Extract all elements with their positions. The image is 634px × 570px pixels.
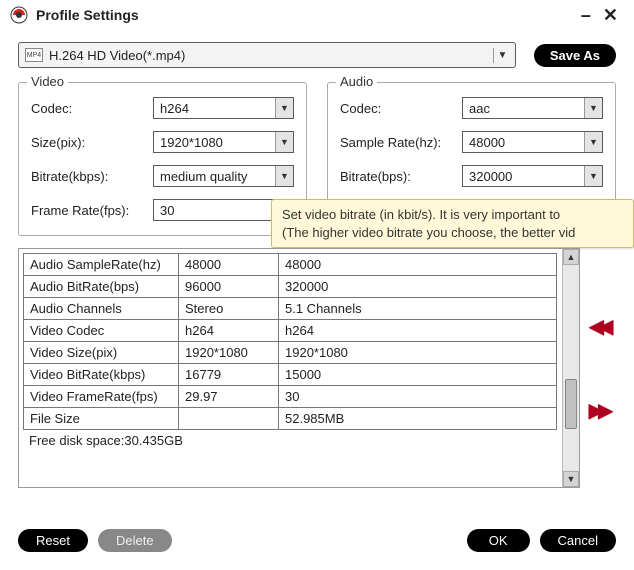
audio-codec-select[interactable]: aac ▼	[462, 97, 603, 119]
cancel-button[interactable]: Cancel	[540, 529, 616, 552]
comparison-table: Audio SampleRate(hz)4800048000Audio BitR…	[23, 253, 557, 430]
table-row: Video Size(pix)1920*10801920*1080	[24, 342, 557, 364]
audio-bitrate-value: 320000	[463, 169, 584, 184]
minimize-button[interactable]: –	[575, 6, 597, 24]
video-size-value: 1920*1080	[154, 135, 275, 150]
nav-next-button[interactable]: ▶▶	[589, 398, 608, 423]
chevron-down-icon: ▼	[584, 166, 602, 186]
table-row: File Size 52.985MB	[24, 408, 557, 430]
bitrate-tooltip: Set video bitrate (in kbit/s). It is ver…	[271, 199, 634, 248]
video-group-title: Video	[27, 74, 68, 89]
video-bitrate-value: medium quality	[154, 169, 275, 184]
table-cell: 5.1 Channels	[279, 298, 557, 320]
audio-samplerate-select[interactable]: 48000 ▼	[462, 131, 603, 153]
table-cell: Stereo	[179, 298, 279, 320]
scroll-down-icon[interactable]: ▼	[563, 471, 579, 487]
chevron-down-icon: ▼	[275, 132, 293, 152]
table-cell: 15000	[279, 364, 557, 386]
table-cell: Audio Channels	[24, 298, 179, 320]
tooltip-line1: Set video bitrate (in kbit/s). It is ver…	[282, 207, 560, 222]
chevron-down-icon: ▼	[584, 132, 602, 152]
comparison-table-container: Audio SampleRate(hz)4800048000Audio BitR…	[18, 248, 580, 488]
chevron-down-icon: ▼	[275, 166, 293, 186]
ok-button[interactable]: OK	[467, 529, 530, 552]
table-row: Video Codech264h264	[24, 320, 557, 342]
table-row: Audio BitRate(bps)96000320000	[24, 276, 557, 298]
vertical-scrollbar[interactable]: ▲ ▼	[562, 249, 579, 487]
video-framerate-label: Frame Rate(fps):	[31, 203, 153, 218]
table-cell: 48000	[179, 254, 279, 276]
table-cell: 30	[279, 386, 557, 408]
reset-button[interactable]: Reset	[18, 529, 88, 552]
video-bitrate-label: Bitrate(kbps):	[31, 169, 153, 184]
table-cell: File Size	[24, 408, 179, 430]
video-codec-select[interactable]: h264 ▼	[153, 97, 294, 119]
table-cell: 29.97	[179, 386, 279, 408]
profile-select[interactable]: MP4 H.264 HD Video(*.mp4) ▼	[18, 42, 516, 68]
footer-buttons: Reset Delete OK Cancel	[18, 529, 616, 552]
table-cell: h264	[279, 320, 557, 342]
scroll-thumb[interactable]	[565, 379, 577, 429]
audio-samplerate-value: 48000	[463, 135, 584, 150]
audio-codec-value: aac	[463, 101, 584, 116]
profile-select-value: H.264 HD Video(*.mp4)	[49, 48, 493, 63]
video-codec-value: h264	[154, 101, 275, 116]
table-cell: Video BitRate(kbps)	[24, 364, 179, 386]
table-cell: 48000	[279, 254, 557, 276]
chevron-down-icon: ▼	[493, 48, 511, 63]
audio-bitrate-select[interactable]: 320000 ▼	[462, 165, 603, 187]
nav-prev-button[interactable]: ◀◀	[589, 314, 608, 339]
free-disk-space: Free disk space:30.435GB	[23, 430, 557, 448]
mp4-format-icon: MP4	[25, 48, 43, 62]
table-row: Video BitRate(kbps)1677915000	[24, 364, 557, 386]
table-cell: Audio BitRate(bps)	[24, 276, 179, 298]
audio-group-title: Audio	[336, 74, 377, 89]
table-cell: 320000	[279, 276, 557, 298]
video-codec-label: Codec:	[31, 101, 153, 116]
table-cell: 1920*1080	[179, 342, 279, 364]
table-cell: Video Size(pix)	[24, 342, 179, 364]
video-size-label: Size(pix):	[31, 135, 153, 150]
window-title: Profile Settings	[36, 7, 575, 23]
table-row: Video FrameRate(fps)29.9730	[24, 386, 557, 408]
chevron-down-icon: ▼	[584, 98, 602, 118]
app-icon	[10, 6, 28, 24]
table-cell: Video FrameRate(fps)	[24, 386, 179, 408]
table-cell: Audio SampleRate(hz)	[24, 254, 179, 276]
table-row: Audio ChannelsStereo5.1 Channels	[24, 298, 557, 320]
save-as-button[interactable]: Save As	[534, 44, 616, 67]
video-framerate-value: 30	[154, 203, 275, 218]
titlebar: Profile Settings – ✕	[0, 0, 634, 30]
table-cell: 1920*1080	[279, 342, 557, 364]
table-cell: 16779	[179, 364, 279, 386]
table-cell: h264	[179, 320, 279, 342]
video-size-select[interactable]: 1920*1080 ▼	[153, 131, 294, 153]
audio-codec-label: Codec:	[340, 101, 462, 116]
table-cell: 96000	[179, 276, 279, 298]
scroll-up-icon[interactable]: ▲	[563, 249, 579, 265]
audio-samplerate-label: Sample Rate(hz):	[340, 135, 462, 150]
table-cell	[179, 408, 279, 430]
video-group: Video Codec: h264 ▼ Size(pix): 1920*1080…	[18, 82, 307, 236]
close-button[interactable]: ✕	[597, 6, 624, 24]
tooltip-line2: (The higher video bitrate you choose, th…	[282, 225, 575, 240]
table-cell: Video Codec	[24, 320, 179, 342]
table-row: Audio SampleRate(hz)4800048000	[24, 254, 557, 276]
table-cell: 52.985MB	[279, 408, 557, 430]
chevron-down-icon: ▼	[275, 98, 293, 118]
video-bitrate-select[interactable]: medium quality ▼	[153, 165, 294, 187]
audio-bitrate-label: Bitrate(bps):	[340, 169, 462, 184]
delete-button[interactable]: Delete	[98, 529, 172, 552]
